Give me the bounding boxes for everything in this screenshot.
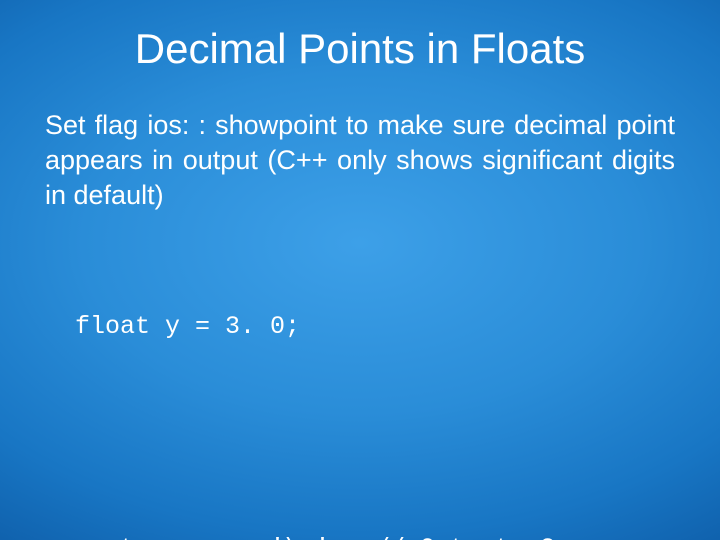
code-line-2: cout << y << '\n'; // Outputs 3 [75,530,680,540]
slide-title: Decimal Points in Floats [40,25,680,73]
code-line-1: float y = 3. 0; [75,308,680,346]
slide-container: Decimal Points in Floats Set flag ios: :… [0,0,720,540]
code-gap [75,423,680,455]
slide-body-text: Set flag ios: : showpoint to make sure d… [40,108,680,213]
code-block: float y = 3. 0; cout << y << '\n'; // Ou… [40,233,680,540]
